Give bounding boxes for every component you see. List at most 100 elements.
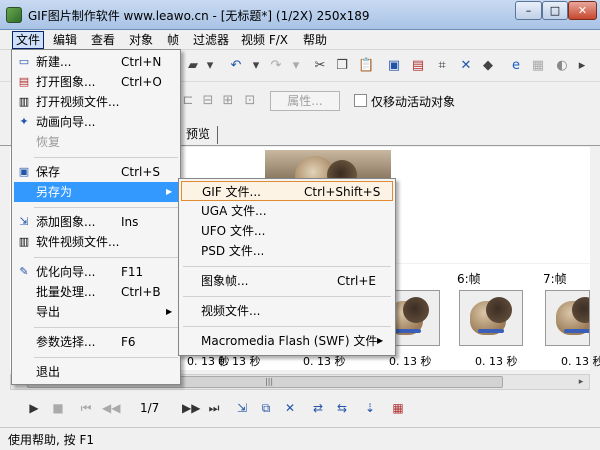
menu-item-save-as[interactable]: 另存为 ▶ [14, 182, 178, 202]
tab-preview[interactable]: 预览 [182, 124, 214, 146]
menu-item-shortcut: Ctrl+S [121, 165, 161, 179]
menu-separator [183, 266, 391, 267]
menu-video-fx[interactable]: 视频 F/X [238, 31, 291, 49]
more-icon[interactable]: ▸ [574, 58, 590, 74]
menu-item-label: Macromedia Flash (SWF) 文件 [201, 334, 378, 348]
properties-button[interactable]: 属性... [270, 91, 340, 111]
menu-item-new[interactable]: ▭ 新建... Ctrl+N [14, 52, 178, 72]
first-frame-icon[interactable]: ⏮ [78, 400, 94, 416]
resize-icon[interactable]: ✕ [458, 58, 474, 74]
tween-icon[interactable]: ⇄ [310, 400, 326, 416]
redo-icon[interactable]: ↷ [268, 58, 284, 74]
stop-icon[interactable]: ■ [50, 400, 66, 416]
close-button[interactable]: ✕ [568, 1, 597, 20]
crop-icon[interactable]: ⌗ [434, 58, 450, 74]
menu-item-open-image[interactable]: ▤ 打开图象... Ctrl+O [14, 72, 178, 92]
play-icon[interactable]: ▶ [26, 400, 42, 416]
menu-separator [34, 357, 178, 358]
menu-item-open-video[interactable]: ▥ 打开视频文件... [14, 92, 178, 112]
duplicate-frame-icon[interactable]: ⧉ [258, 400, 274, 416]
menu-edit[interactable]: 编辑 [50, 31, 80, 49]
object-icon[interactable]: ◆ [480, 58, 496, 74]
prev-frame-icon[interactable]: ◀◀ [102, 400, 120, 416]
submenu-item-ufo[interactable]: UFO 文件... [181, 221, 393, 241]
menu-item-export[interactable]: 导出 ▶ [14, 302, 178, 322]
color-icon[interactable]: ▰ [185, 58, 201, 74]
properties-icon[interactable]: ▦ [390, 400, 406, 416]
menu-frame[interactable]: 帧 [164, 31, 182, 49]
align-center-icon[interactable]: ⊟ [200, 93, 216, 109]
delete-frame-icon[interactable]: ✕ [282, 400, 298, 416]
frame-thumbnail[interactable] [459, 290, 523, 346]
browser-icon[interactable]: e [508, 58, 524, 74]
menu-item-exit[interactable]: 退出 [14, 362, 178, 382]
menu-item-video-file[interactable]: ▥ 软件视频文件... [14, 232, 178, 252]
align-middle-icon[interactable]: ⊞ [220, 93, 236, 109]
align-left-icon[interactable]: ⊏ [180, 93, 196, 109]
menu-separator [183, 296, 391, 297]
insert-frame-icon[interactable]: ⇲ [234, 400, 250, 416]
menu-item-preferences[interactable]: 参数选择... F6 [14, 332, 178, 352]
dropdown-arrow-icon[interactable]: ▾ [202, 58, 218, 74]
menu-separator [183, 326, 391, 327]
new-icon: ▭ [18, 55, 30, 68]
menu-item-animation-wizard[interactable]: ✦ 动画向导... [14, 112, 178, 132]
menu-separator [34, 207, 178, 208]
disabled-icon[interactable]: ▦ [530, 58, 546, 74]
cut-icon[interactable]: ✂ [312, 58, 328, 74]
menu-help[interactable]: 帮助 [300, 31, 330, 49]
image-icon[interactable]: ▤ [410, 58, 426, 74]
next-frame-icon[interactable]: ▶▶ [182, 400, 200, 416]
undo-icon[interactable]: ↶ [228, 58, 244, 74]
menu-item-save[interactable]: ▣ 保存 Ctrl+S [14, 162, 178, 182]
menu-item-label: 打开图象... [36, 75, 96, 89]
scroll-right-icon[interactable]: ▸ [573, 375, 589, 389]
menu-item-batch[interactable]: 批量处理... Ctrl+B [14, 282, 178, 302]
optimize-icon: ✎ [19, 265, 29, 278]
menu-object[interactable]: 对象 [126, 31, 156, 49]
menu-item-label: UGA 文件... [201, 204, 267, 218]
wizard-icon: ✦ [19, 115, 29, 128]
menu-item-revert[interactable]: 恢复 [14, 132, 178, 152]
menu-view[interactable]: 查看 [88, 31, 118, 49]
app-icon [6, 7, 22, 23]
video-file-icon: ▥ [18, 235, 30, 248]
minimize-button[interactable]: – [515, 1, 542, 20]
menu-item-label: 动画向导... [36, 115, 96, 129]
menu-item-shortcut: Ctrl+N [121, 55, 162, 69]
submenu-item-uga[interactable]: UGA 文件... [181, 201, 393, 221]
menu-file[interactable]: 文件 [12, 31, 45, 49]
frame-thumbnail[interactable] [545, 290, 590, 346]
submenu-item-psd[interactable]: PSD 文件... [181, 241, 393, 261]
open-video-icon: ▥ [18, 95, 30, 108]
submenu-item-video-file[interactable]: 视频文件... [181, 301, 393, 321]
menu-item-label: 图象帧... [201, 274, 249, 288]
menu-item-optimize-wizard[interactable]: ✎ 优化向导... F11 [14, 262, 178, 282]
redo-dropdown-icon[interactable]: ▾ [288, 58, 304, 74]
maximize-button[interactable]: □ [542, 1, 568, 20]
menu-item-label: 退出 [36, 365, 61, 379]
move-active-only-checkbox[interactable] [354, 94, 367, 107]
submenu-arrow-icon: ▶ [166, 187, 173, 196]
last-frame-icon[interactable]: ⏭ [206, 400, 222, 416]
undo-dropdown-icon[interactable]: ▾ [248, 58, 264, 74]
menu-item-label: 参数选择... [36, 335, 96, 349]
submenu-item-flash-swf[interactable]: Macromedia Flash (SWF) 文件 ▶ [181, 331, 393, 351]
reverse-icon[interactable]: ⇆ [334, 400, 350, 416]
status-text: 使用帮助, 按 F1 [8, 433, 94, 447]
align-right-icon[interactable]: ⊡ [242, 93, 258, 109]
sound-icon[interactable]: ◐ [554, 58, 570, 74]
submenu-item-gif[interactable]: GIF 文件... Ctrl+Shift+S [181, 181, 393, 201]
menu-item-label: 导出 [36, 305, 61, 319]
optimize-icon[interactable]: ⇣ [362, 400, 378, 416]
submenu-item-image-frames[interactable]: 图象帧... Ctrl+E [181, 271, 393, 291]
copy-icon[interactable]: ❐ [334, 58, 350, 74]
move-active-only-label: 仅移动活动对象 [371, 95, 456, 109]
menu-filter[interactable]: 过滤器 [190, 31, 232, 49]
menu-item-add-image[interactable]: ⇲ 添加图象... Ins [14, 212, 178, 232]
menu-item-shortcut: Ctrl+B [121, 285, 161, 299]
paste-icon[interactable]: 📋 [358, 58, 374, 74]
status-bar: 使用帮助, 按 F1 [0, 427, 600, 450]
menu-separator [34, 157, 178, 158]
save-icon[interactable]: ▣ [386, 58, 402, 74]
